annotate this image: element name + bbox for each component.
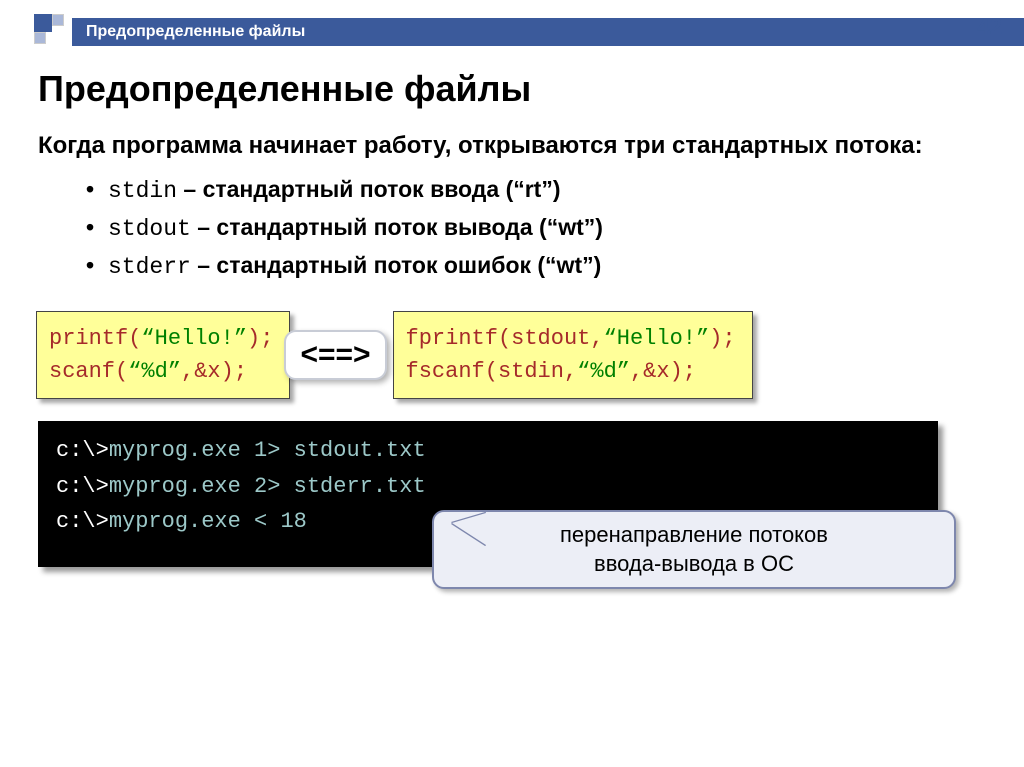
- slide-logo: [34, 14, 70, 50]
- streams-list: stdin – стандартный поток ввода (“rt”) s…: [108, 172, 986, 285]
- code-token: “%d”: [577, 359, 630, 384]
- code-token: fscanf(stdin,: [406, 359, 578, 384]
- list-item: stdin – стандартный поток ввода (“rt”): [108, 172, 986, 210]
- code-token: ,&x);: [181, 359, 247, 384]
- terminal-wrap: c:\>myprog.exe 1> stdout.txt c:\>myprog.…: [38, 421, 986, 567]
- code-token: “%d”: [128, 359, 181, 384]
- list-item: stderr – стандартный поток ошибок (“wt”): [108, 248, 986, 286]
- terminal-prompt: c:\>: [56, 474, 109, 499]
- code-token: );: [709, 326, 735, 351]
- code-block-right: fprintf(stdout,“Hello!”); fscanf(stdin,“…: [393, 311, 753, 399]
- stream-desc: – стандартный поток ввода (“rt”): [177, 176, 561, 202]
- callout-line: ввода-вывода в ОС: [454, 549, 934, 579]
- callout-pointer: [452, 513, 486, 545]
- code-equivalence-row: printf(“Hello!”); scanf(“%d”,&x); <==> f…: [36, 311, 986, 399]
- stream-code: stderr: [108, 254, 191, 280]
- terminal-command: myprog.exe 1> stdout.txt: [109, 438, 426, 463]
- terminal-command: myprog.exe < 18: [109, 509, 307, 534]
- code-token: printf(: [49, 326, 141, 351]
- terminal-command: myprog.exe 2> stderr.txt: [109, 474, 426, 499]
- stream-code: stdout: [108, 216, 191, 242]
- callout-box: перенаправление потоков ввода-вывода в О…: [432, 510, 956, 589]
- code-token: scanf(: [49, 359, 128, 384]
- list-item: stdout – стандартный поток вывода (“wt”): [108, 210, 986, 248]
- stream-desc: – стандартный поток вывода (“wt”): [191, 214, 603, 240]
- equivalence-arrow: <==>: [284, 330, 386, 380]
- header-banner: Предопределенные файлы: [72, 18, 1024, 46]
- stream-code: stdin: [108, 178, 177, 204]
- code-token: ,&x);: [630, 359, 696, 384]
- intro-text: Когда программа начинает работу, открыва…: [38, 130, 986, 162]
- terminal-prompt: c:\>: [56, 438, 109, 463]
- callout-line: перенаправление потоков: [454, 520, 934, 550]
- page-title: Предопределенные файлы: [38, 68, 986, 110]
- page-number: 42: [978, 14, 1002, 40]
- stream-desc: – стандартный поток ошибок (“wt”): [191, 252, 601, 278]
- code-token: “Hello!”: [141, 326, 247, 351]
- code-token: fprintf(stdout,: [406, 326, 604, 351]
- terminal-prompt: c:\>: [56, 509, 109, 534]
- code-token: );: [247, 326, 273, 351]
- code-block-left: printf(“Hello!”); scanf(“%d”,&x);: [36, 311, 290, 399]
- code-token: “Hello!”: [604, 326, 710, 351]
